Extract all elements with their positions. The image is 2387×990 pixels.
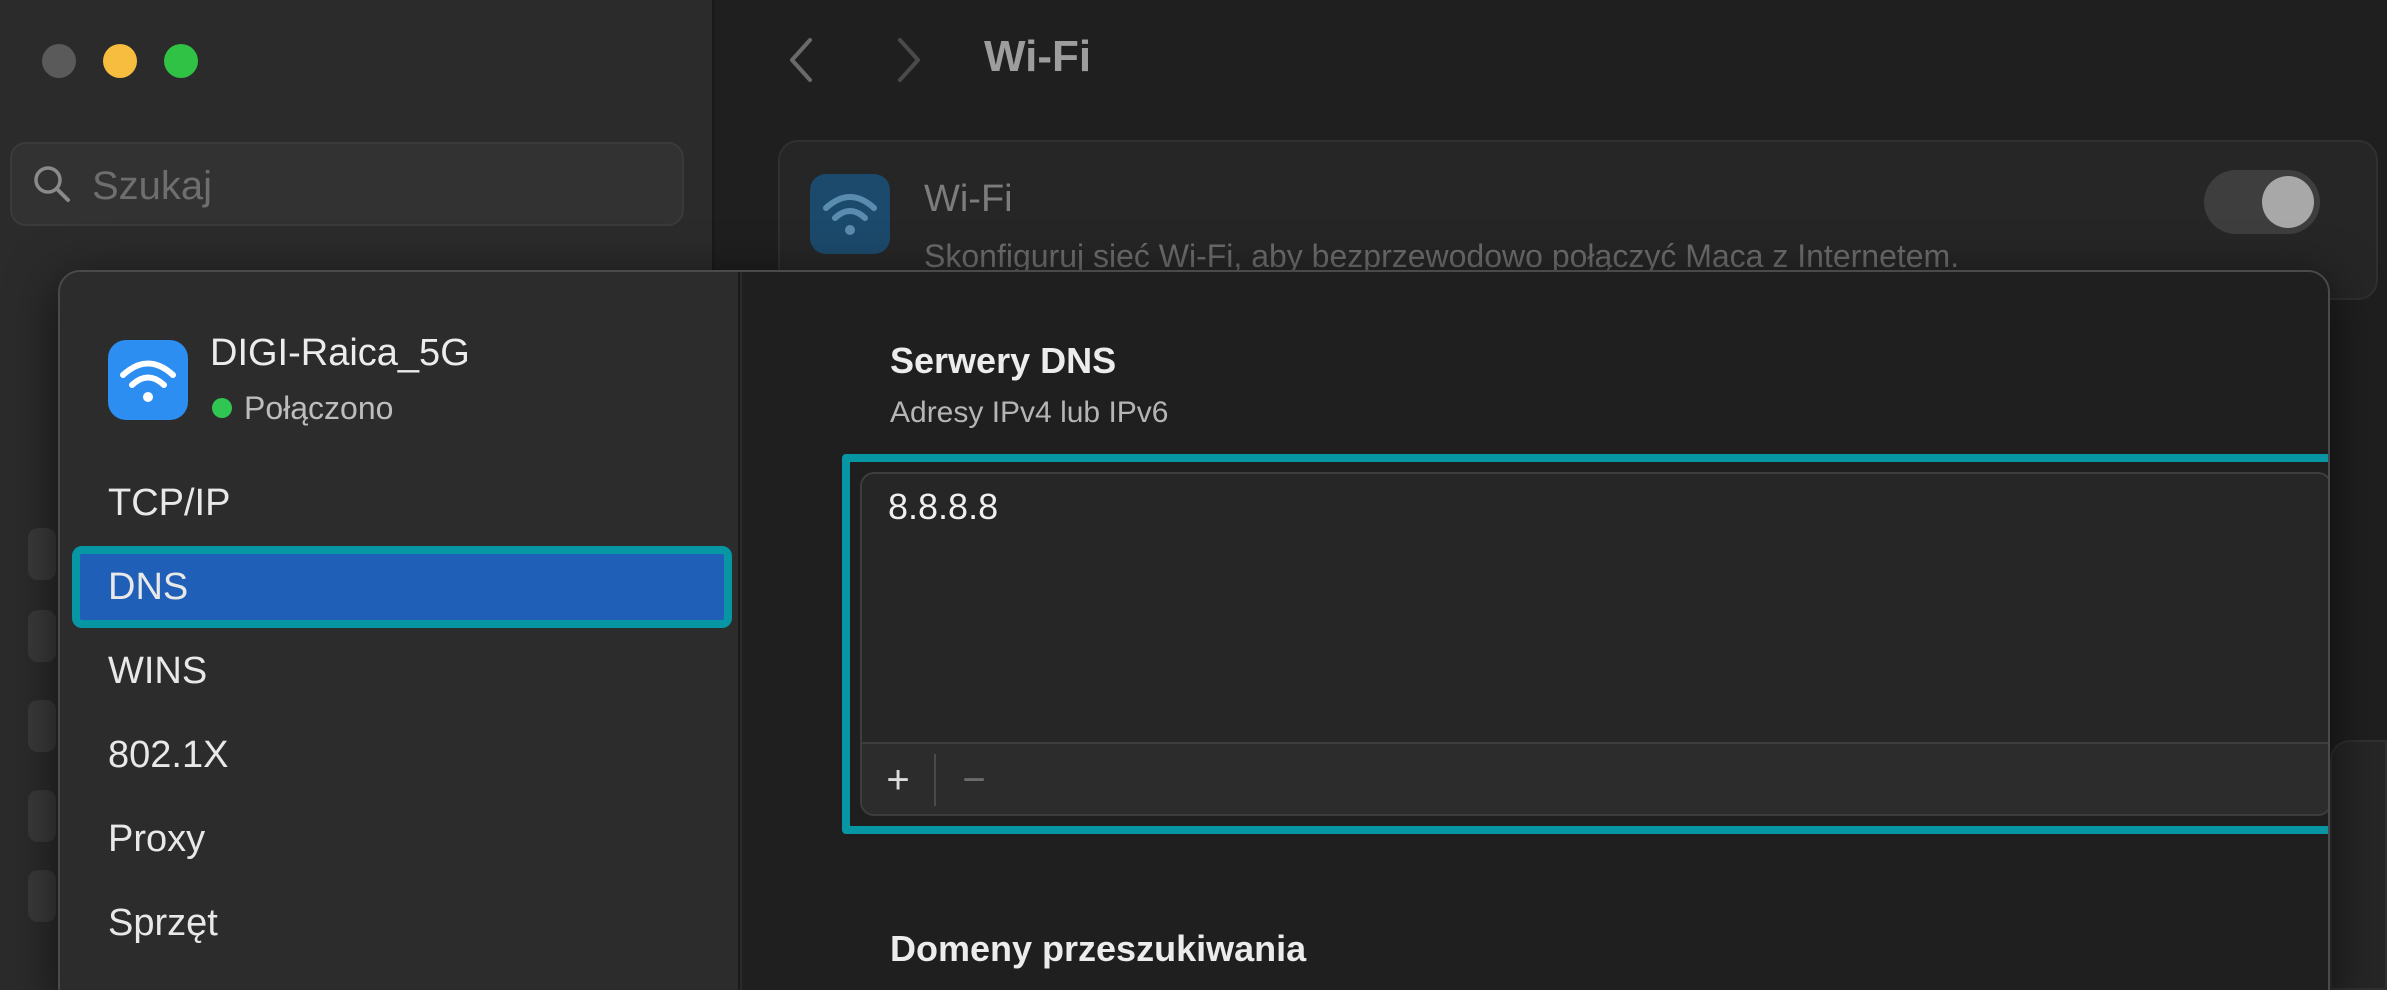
minimize-window-button[interactable] — [103, 44, 137, 78]
forward-button[interactable] — [888, 34, 928, 86]
sidebar-item-proxy[interactable]: Proxy — [72, 798, 732, 880]
network-details-dialog: DIGI-Raica_5G Połączono TCP/IP DNS WINS … — [58, 270, 2330, 990]
connected-status-dot — [212, 398, 232, 418]
dns-servers-list[interactable]: 8.8.8.8 + − — [860, 472, 2328, 816]
sidebar-icon — [28, 610, 56, 662]
sidebar-item-label: DNS — [108, 566, 189, 608]
maximize-window-button[interactable] — [164, 44, 198, 78]
sidebar-item-dns[interactable]: DNS — [72, 546, 732, 628]
back-button[interactable] — [782, 34, 822, 86]
sidebar-item-hardware[interactable]: Sprzęt — [72, 882, 732, 964]
network-name: DIGI-Raica_5G — [210, 332, 470, 374]
dns-servers-title: Serwery DNS — [890, 340, 1117, 381]
toolbar-divider — [934, 754, 936, 806]
dialog-sidebar: DIGI-Raica_5G Połączono TCP/IP DNS WINS … — [60, 272, 740, 990]
sidebar-item-label: Sprzęt — [108, 902, 218, 944]
dns-servers-subtitle: Adresy IPv4 lub IPv6 — [890, 396, 1169, 429]
sidebar-item-8021x[interactable]: 802.1X — [72, 714, 732, 796]
list-toolbar: + − — [862, 742, 2328, 814]
add-dns-server-button[interactable]: + — [868, 750, 928, 810]
search-field[interactable]: Szukaj — [10, 142, 684, 226]
wifi-icon — [108, 340, 188, 420]
window-title: Wi-Fi — [984, 32, 1092, 81]
sidebar-item-label: 802.1X — [108, 734, 229, 776]
sidebar-item-label: TCP/IP — [108, 482, 231, 524]
close-window-button[interactable] — [42, 44, 76, 78]
sidebar-item-label: WINS — [108, 650, 208, 692]
search-domains-title: Domeny przeszukiwania — [890, 928, 1307, 969]
connection-status: Połączono — [244, 390, 394, 426]
dns-server-entry[interactable]: 8.8.8.8 — [888, 486, 998, 528]
sidebar-item-tcpip[interactable]: TCP/IP — [72, 462, 732, 544]
dialog-content: Serwery DNS Adresy IPv4 lub IPv6 8.8.8.8… — [742, 272, 2328, 990]
settings-card — [2330, 740, 2387, 990]
remove-dns-server-button[interactable]: − — [944, 750, 1004, 810]
sidebar-icon — [28, 790, 56, 842]
search-placeholder: Szukaj — [92, 164, 213, 208]
sidebar-item-label: Proxy — [108, 818, 206, 860]
wifi-icon — [810, 174, 890, 254]
sidebar-icon — [28, 700, 56, 752]
wifi-toggle[interactable] — [2204, 170, 2320, 234]
wifi-card-title: Wi-Fi — [924, 178, 1013, 220]
sidebar-icon — [28, 528, 56, 580]
sidebar-icon — [28, 870, 56, 922]
sidebar-item-wins[interactable]: WINS — [72, 630, 732, 712]
search-icon — [34, 166, 70, 202]
